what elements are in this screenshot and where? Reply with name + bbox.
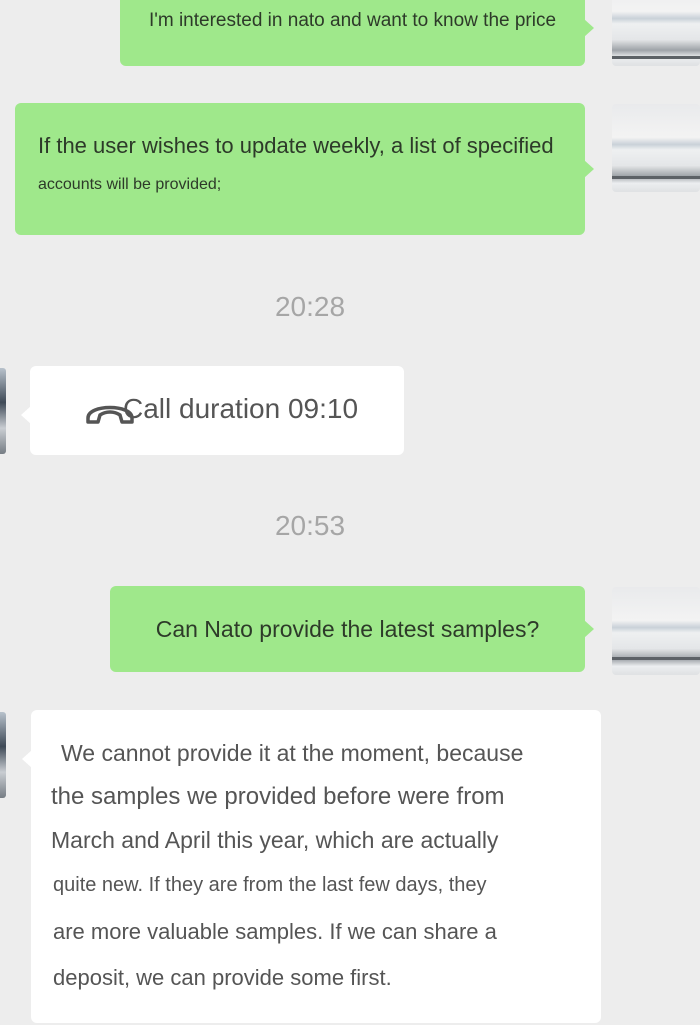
contact-avatar[interactable]: [0, 712, 6, 798]
message-bubble-outgoing[interactable]: Can Nato provide the latest samples?: [110, 586, 594, 672]
message-text: deposit, we can provide some first.: [53, 965, 392, 990]
call-duration-text: Call duration 09:10: [123, 393, 359, 424]
timestamp: 20:53: [274, 510, 346, 541]
message-text: quite new. If they are from the last few…: [53, 874, 487, 896]
message-text: Can Nato provide the latest samples?: [155, 616, 540, 642]
message-text: are more valuable samples. If we can sha…: [53, 919, 497, 944]
message-bubble-outgoing[interactable]: I'm interested in nato and want to know …: [120, 0, 594, 66]
user-avatar[interactable]: [612, 587, 700, 675]
message-text: I'm interested in nato and want to know …: [148, 10, 557, 31]
message-bubble-incoming[interactable]: We cannot provide it at the moment, beca…: [22, 710, 601, 1023]
call-record-bubble[interactable]: Call duration 09:10: [21, 366, 404, 455]
contact-avatar[interactable]: [0, 368, 6, 454]
message-text: the samples we provided before were from: [51, 783, 505, 810]
user-avatar[interactable]: [612, 104, 700, 192]
message-text: March and April this year, which are act…: [51, 827, 499, 853]
message-text: accounts will be provided;: [38, 176, 222, 193]
user-avatar[interactable]: [612, 0, 700, 66]
message-text: We cannot provide it at the moment, beca…: [61, 740, 524, 766]
message-bubble-outgoing[interactable]: If the user wishes to update weekly, a l…: [15, 103, 594, 235]
message-text: If the user wishes to update weekly, a l…: [38, 133, 554, 158]
timestamp: 20:28: [274, 291, 346, 322]
